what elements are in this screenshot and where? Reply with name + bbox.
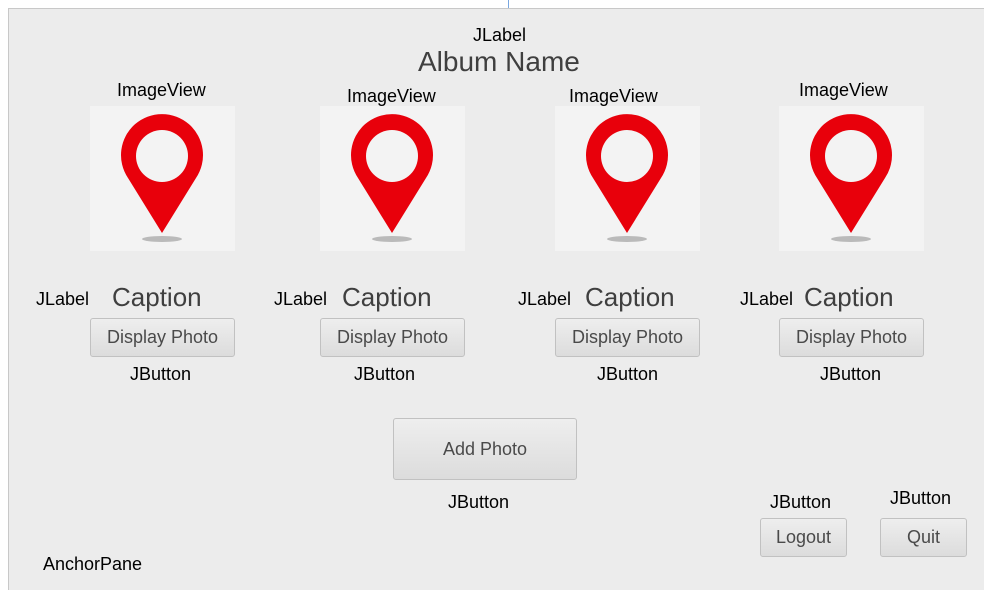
display-photo-button-type-label: JButton [354,364,416,384]
album-title-type-label: JLabel [473,25,527,45]
display-photo-button-type-label: JButton [597,364,659,384]
display-photo-button-type-label: JButton [130,364,192,384]
add-photo-button-type-label: JButton [448,492,510,512]
display-photo-button-type-label: JButton [820,364,882,384]
logout-button[interactable]: Logout [760,518,847,557]
photo-caption: Caption [804,282,894,312]
caption-type-label: JLabel [740,289,794,309]
display-photo-button[interactable]: Display Photo [779,318,924,357]
photo-caption: Caption [585,282,675,312]
display-photo-button[interactable]: Display Photo [555,318,700,357]
photo-caption: Caption [342,282,432,312]
map-pin-icon [586,114,668,242]
album-title: Album Name [418,46,580,77]
map-pin-icon [810,114,892,242]
image-view-type-label: ImageView [117,80,206,100]
quit-button[interactable]: Quit [880,518,967,557]
display-photo-button[interactable]: Display Photo [90,318,235,357]
add-photo-button[interactable]: Add Photo [393,418,577,480]
image-view-type-label: ImageView [799,80,888,100]
image-view-type-label: ImageView [569,86,658,106]
caption-type-label: JLabel [274,289,328,309]
caption-type-label: JLabel [36,289,90,309]
map-pin-icon [351,114,433,242]
logout-button-type-label: JButton [770,492,832,512]
quit-button-type-label: JButton [890,488,952,508]
photo-thumbnail[interactable] [555,106,700,251]
display-photo-button[interactable]: Display Photo [320,318,465,357]
layout-guide-marker [508,0,509,8]
photo-thumbnail[interactable] [90,106,235,251]
photo-caption: Caption [112,282,202,312]
image-view-type-label: ImageView [347,86,436,106]
caption-type-label: JLabel [518,289,572,309]
anchor-pane-type-label: AnchorPane [43,554,143,574]
map-pin-icon [121,114,203,242]
photo-thumbnail[interactable] [779,106,924,251]
photo-thumbnail[interactable] [320,106,465,251]
